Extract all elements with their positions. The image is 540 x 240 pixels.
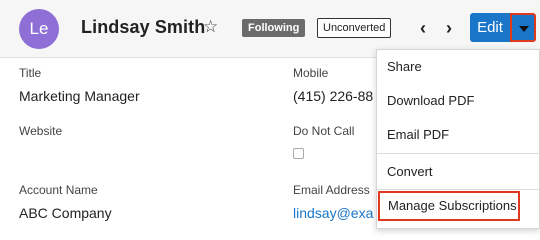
- website-label: Website: [19, 124, 63, 138]
- account-name-value[interactable]: ABC Company: [19, 205, 112, 221]
- title-label: Title: [19, 66, 42, 80]
- following-button[interactable]: Following: [242, 19, 306, 37]
- email-address-link[interactable]: lindsay@exa: [293, 205, 373, 221]
- mobile-value[interactable]: (415) 226-88: [293, 88, 373, 104]
- next-record-icon[interactable]: ›: [442, 18, 456, 38]
- menu-item-download-pdf[interactable]: Download PDF: [377, 84, 539, 118]
- edit-button[interactable]: Edit: [470, 13, 510, 42]
- actions-dropdown-button[interactable]: [510, 13, 536, 42]
- menu-item-share[interactable]: Share: [377, 50, 539, 84]
- favorite-star-icon[interactable]: ☆: [203, 17, 218, 37]
- title-value[interactable]: Marketing Manager: [19, 88, 140, 104]
- avatar[interactable]: Le: [19, 9, 59, 49]
- status-badge: Unconverted: [317, 18, 392, 38]
- menu-item-email-pdf[interactable]: Email PDF: [377, 118, 539, 152]
- do-not-call-label: Do Not Call: [293, 124, 355, 138]
- menu-item-manage-subscriptions[interactable]: Manage Subscriptions: [378, 191, 520, 221]
- record-name: Lindsay Smith: [81, 17, 206, 37]
- do-not-call-checkbox[interactable]: [293, 148, 304, 159]
- account-name-label: Account Name: [19, 183, 98, 197]
- menu-item-convert[interactable]: Convert: [377, 155, 539, 189]
- menu-divider: [377, 189, 539, 190]
- actions-dropdown-menu: Share Download PDF Email PDF Convert Man…: [376, 49, 540, 229]
- menu-divider: [377, 153, 539, 154]
- previous-record-icon[interactable]: ‹: [416, 18, 430, 38]
- email-address-label: Email Address: [293, 183, 370, 197]
- chevron-down-icon: [519, 26, 529, 32]
- mobile-label: Mobile: [293, 66, 329, 80]
